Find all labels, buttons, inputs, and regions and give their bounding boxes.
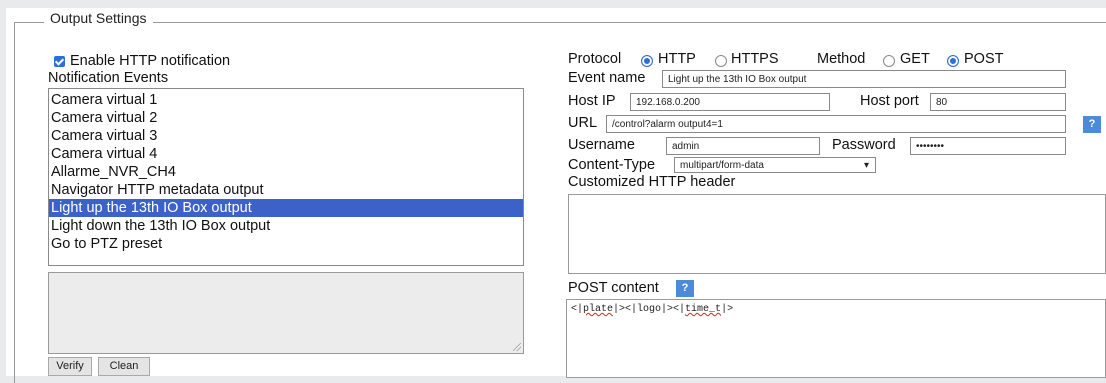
enable-http-label: Enable HTTP notification	[70, 53, 231, 69]
list-item[interactable]: Camera virtual 1	[51, 91, 157, 109]
content-type-value: multipart/form-data	[680, 160, 764, 171]
post-content-token: |><|logo|><|	[613, 304, 686, 315]
url-input[interactable]: /control?alarm output4=1	[606, 115, 1066, 133]
list-item[interactable]: Camera virtual 4	[51, 145, 157, 163]
method-get-label: GET	[900, 51, 930, 67]
content-type-label: Content-Type	[568, 157, 656, 173]
host-port-label: Host port	[860, 93, 919, 109]
list-item[interactable]: Navigator HTTP metadata output	[51, 181, 264, 199]
protocol-http-label: HTTP	[658, 51, 696, 67]
section-title: Output Settings	[44, 10, 153, 26]
post-content-token: <|	[571, 304, 584, 315]
method-label: Method	[817, 51, 866, 67]
host-ip-label: Host IP	[568, 93, 616, 109]
event-name-label: Event name	[568, 70, 646, 86]
method-post-label: POST	[964, 51, 1004, 67]
url-help-icon[interactable]: ?	[1083, 116, 1101, 133]
list-item[interactable]: Camera virtual 3	[51, 127, 157, 145]
resize-grip-icon[interactable]	[513, 343, 521, 351]
protocol-http-radio[interactable]	[641, 55, 653, 67]
result-textarea[interactable]	[48, 272, 524, 354]
username-label: Username	[568, 137, 635, 153]
protocol-label: Protocol	[568, 51, 622, 67]
custom-header-textarea[interactable]	[568, 194, 1106, 274]
password-label: Password	[832, 137, 896, 153]
method-get-radio[interactable]	[883, 55, 895, 67]
post-content-value: <|plate|><|logo|><|time_t|>	[571, 304, 733, 315]
host-ip-input[interactable]: 192.168.0.200	[630, 93, 830, 111]
username-input[interactable]: admin	[666, 137, 820, 155]
list-item[interactable]: Go to PTZ preset	[51, 235, 162, 253]
post-content-help-icon[interactable]: ?	[676, 280, 694, 297]
post-content-label: POST content	[568, 280, 659, 296]
host-port-input[interactable]: 80	[930, 93, 1066, 111]
post-content-token: |>	[721, 304, 734, 315]
post-content-token: plate	[583, 304, 614, 315]
chevron-down-icon: ▾	[863, 160, 869, 171]
url-label: URL	[568, 115, 598, 131]
event-name-input[interactable]: Light up the 13th IO Box output	[662, 70, 1066, 88]
clean-button[interactable]: Clean	[98, 357, 150, 376]
post-content-token: time_t	[685, 304, 722, 315]
enable-http-checkbox[interactable]	[54, 56, 65, 67]
protocol-https-radio[interactable]	[715, 55, 727, 67]
custom-header-label: Customized HTTP header	[568, 174, 736, 190]
verify-button[interactable]: Verify	[48, 357, 92, 376]
content-type-select[interactable]: multipart/form-data ▾	[674, 157, 876, 173]
notification-events-label: Notification Events	[48, 70, 169, 86]
password-input[interactable]: ••••••••	[910, 137, 1066, 155]
notification-events-list[interactable]: Camera virtual 1 Camera virtual 2 Camera…	[48, 88, 524, 266]
list-item[interactable]: Light down the 13th IO Box output	[51, 217, 270, 235]
method-post-radio[interactable]	[947, 55, 959, 67]
protocol-https-label: HTTPS	[731, 51, 779, 67]
list-item[interactable]: Camera virtual 2	[51, 109, 157, 127]
list-item-selected[interactable]: Light up the 13th IO Box output	[49, 199, 523, 217]
list-item[interactable]: Allarme_NVR_CH4	[51, 163, 176, 181]
